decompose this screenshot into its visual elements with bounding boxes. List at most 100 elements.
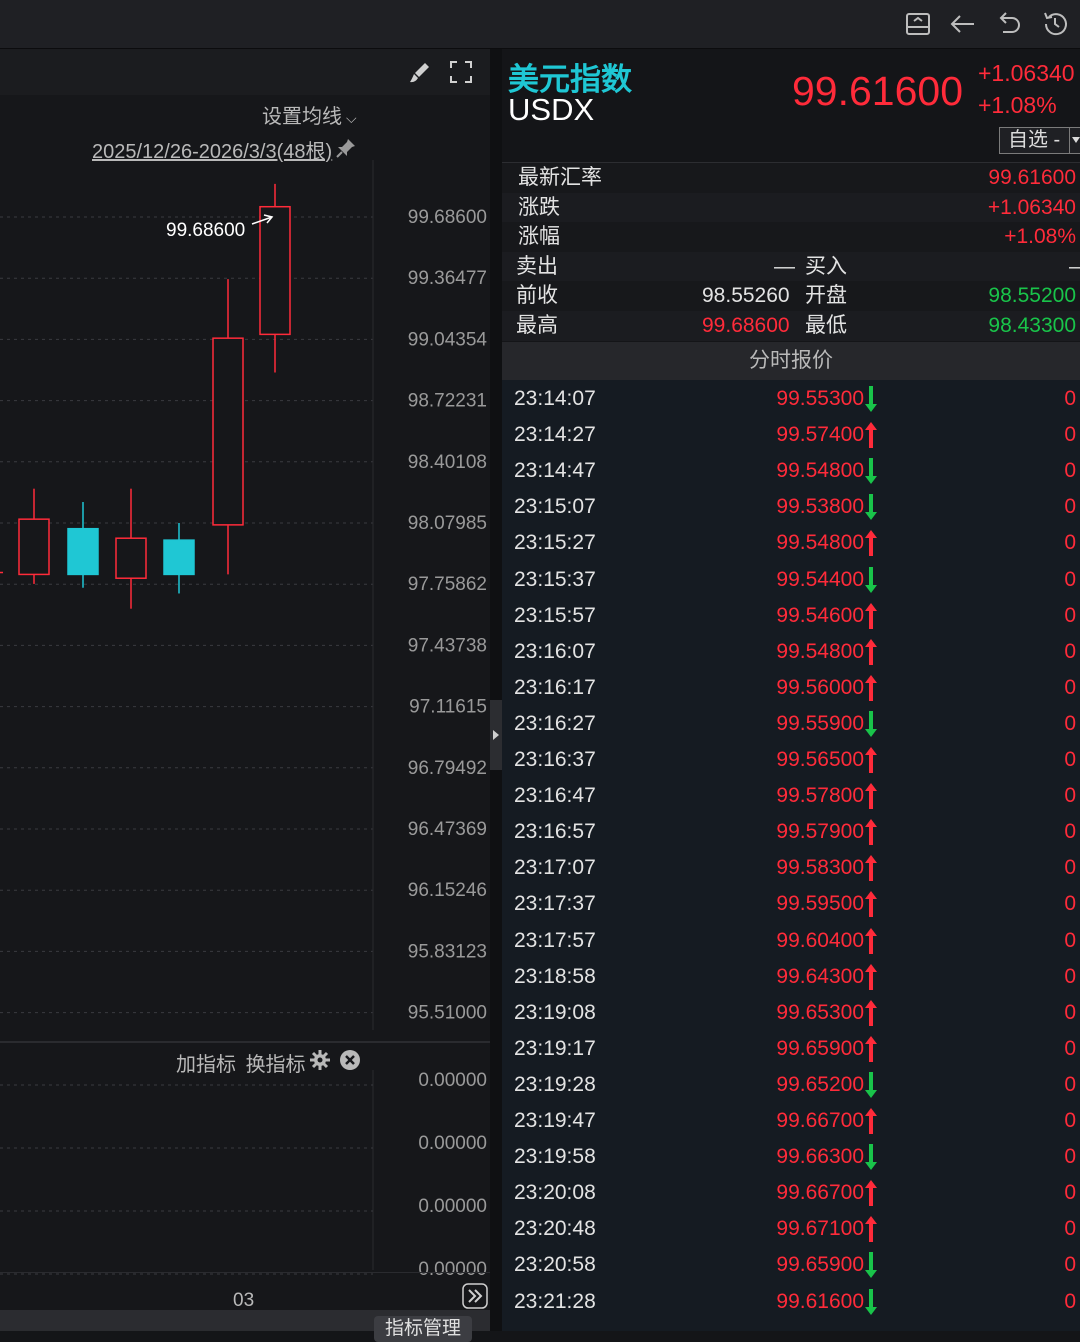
tick-price: 99.57400 <box>776 423 864 447</box>
arrow-down-icon <box>865 386 877 412</box>
stat-row-latest: 最新汇率 99.61600 <box>502 163 1080 193</box>
stat-value: 99.68600 <box>702 314 790 337</box>
tick-volume: 0 <box>1064 1072 1076 1096</box>
price-tick-label: 96.79492 <box>408 758 487 779</box>
close-indicator-icon[interactable] <box>339 1049 361 1071</box>
arrow-up-icon <box>865 1108 877 1134</box>
tick-time: 23:14:27 <box>514 423 596 447</box>
candle-body <box>115 537 147 579</box>
tick-price: 99.65900 <box>776 1253 864 1277</box>
tick-row: 23:17:07 99.58300 0 <box>502 850 1080 886</box>
price-tick-label: 98.72231 <box>408 391 487 412</box>
tick-time: 23:15:07 <box>514 495 596 519</box>
candle-body <box>212 337 244 526</box>
tick-row: 23:15:27 99.54800 0 <box>502 525 1080 561</box>
ma-settings-button[interactable]: 设置均线 ⌵ <box>262 100 357 129</box>
tick-volume: 0 <box>1064 964 1076 988</box>
tick-price: 99.55900 <box>776 711 864 735</box>
stat-label: 最低 <box>805 314 847 337</box>
tick-time: 23:20:58 <box>514 1253 596 1277</box>
arrow-up-icon <box>865 1216 877 1243</box>
indicator-manage-button[interactable]: 指标管理 <box>374 1316 472 1342</box>
tick-time: 23:17:07 <box>514 856 596 880</box>
tick-time: 23:16:17 <box>514 675 596 699</box>
chart-header <box>0 49 490 95</box>
stat-label: 涨跌 <box>518 195 560 219</box>
tick-row: 23:14:27 99.57400 0 <box>502 417 1080 453</box>
price-change-percent: +1.08% <box>978 92 1057 118</box>
arrow-up-icon <box>865 819 877 846</box>
tick-row: 23:18:58 99.64300 0 <box>502 959 1080 995</box>
arrow-down-icon <box>865 458 877 485</box>
tick-time: 23:19:47 <box>514 1109 596 1132</box>
tick-row: 23:16:57 99.57900 0 <box>502 814 1080 850</box>
tick-price: 99.57800 <box>776 784 864 808</box>
tick-price: 99.60400 <box>776 928 864 952</box>
tick-volume: 0 <box>1064 748 1076 771</box>
stat-label: 开盘 <box>805 284 847 308</box>
stat-value: 99.61600 <box>988 166 1076 189</box>
tick-time: 23:19:28 <box>514 1072 596 1096</box>
tick-volume: 0 <box>1064 531 1076 555</box>
stat-value: 98.55200 <box>988 284 1076 308</box>
candlestick-chart[interactable]: 99.68600 99.36477 99.04354 98.72231 98.40108… <box>0 160 490 1040</box>
arrow-up-icon <box>865 1035 877 1062</box>
price-tick-label: 99.04354 <box>408 329 488 350</box>
tick-volume: 0 <box>1064 1036 1076 1060</box>
stat-label: 买入 <box>805 254 847 278</box>
back-arrow-icon[interactable] <box>947 8 979 40</box>
candle-body <box>18 518 50 576</box>
tick-time: 23:19:08 <box>514 1000 596 1024</box>
tick-list[interactable]: 23:14:07 99.55300 0 23:14:27 99.57400 0 23:14:… <box>502 380 1080 1331</box>
watchlist-dropdown[interactable]: 自选 - <box>999 127 1080 154</box>
history-icon[interactable] <box>1039 8 1071 40</box>
tick-time: 23:20:48 <box>514 1217 596 1241</box>
tick-price: 99.64300 <box>776 964 864 988</box>
tick-price: 99.54600 <box>776 603 864 627</box>
tick-price: 99.59500 <box>776 892 864 916</box>
last-price: 99.61600 <box>792 68 964 114</box>
arrow-up-icon <box>865 638 877 665</box>
tick-price: 99.66700 <box>776 1109 864 1132</box>
stat-row-bid-ask: 卖出 — 买入 — <box>502 251 1080 282</box>
undo-icon[interactable] <box>993 8 1025 40</box>
tick-time: 23:14:07 <box>514 387 596 410</box>
tick-price: 99.54800 <box>776 639 864 663</box>
stat-value: — <box>774 254 795 278</box>
brush-icon[interactable] <box>405 57 435 87</box>
pin-icon[interactable] <box>334 136 358 160</box>
indicator-tick-label: 0.00000 <box>418 1133 487 1154</box>
chevron-down-icon: ⌵ <box>346 110 357 126</box>
tick-volume: 0 <box>1064 459 1076 483</box>
tick-row: 23:19:08 99.65300 0 <box>502 995 1080 1031</box>
stat-value: +1.06340 <box>987 195 1076 219</box>
tick-row: 23:15:37 99.54400 0 <box>502 562 1080 598</box>
stat-label: 前收 <box>516 284 558 308</box>
arrow-up-icon <box>865 999 877 1026</box>
tick-row: 23:19:47 99.66700 0 <box>502 1103 1080 1139</box>
fast-forward-icon[interactable] <box>462 1283 488 1309</box>
arrow-down-icon <box>865 1288 877 1315</box>
tick-volume: 0 <box>1064 387 1076 410</box>
tick-price: 99.57900 <box>776 820 864 844</box>
stat-label: 涨幅 <box>518 225 560 249</box>
tick-price: 99.54800 <box>776 459 864 483</box>
price-tick-label: 95.83123 <box>408 941 487 962</box>
tick-row: 23:19:28 99.65200 0 <box>502 1067 1080 1103</box>
collapse-panel-icon[interactable] <box>902 8 934 40</box>
tick-time: 23:14:47 <box>514 459 596 483</box>
tick-price: 99.66300 <box>776 1145 864 1169</box>
collapse-handle[interactable] <box>490 700 502 770</box>
high-price-marker: 99.68600 <box>166 220 245 241</box>
tick-price: 99.54800 <box>776 531 864 555</box>
fullscreen-icon[interactable] <box>446 57 476 87</box>
tick-time: 23:17:57 <box>514 928 596 952</box>
gear-icon[interactable] <box>309 1049 331 1071</box>
tick-row: 23:19:17 99.65900 0 <box>502 1031 1080 1067</box>
stat-label: 最新汇率 <box>518 166 602 189</box>
tick-volume: 0 <box>1064 711 1076 735</box>
arrow-down-icon <box>865 710 877 737</box>
panel-separator <box>0 1041 490 1043</box>
price-tick-label: 96.15246 <box>408 880 487 901</box>
x-axis-tick-label: 03 <box>233 1290 255 1311</box>
